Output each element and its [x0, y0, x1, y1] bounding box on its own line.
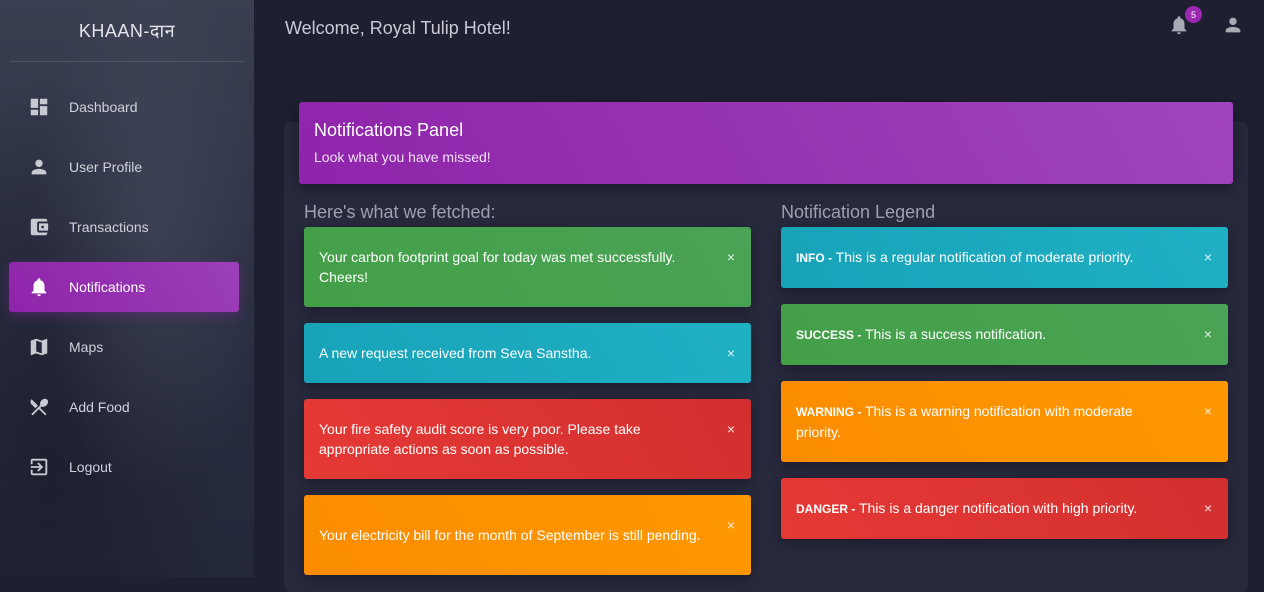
top-navbar: Welcome, Royal Tulip Hotel! 5 [254, 0, 1264, 56]
legend-label: SUCCESS - [796, 328, 862, 342]
sidebar-item-notifications[interactable]: Notifications [9, 262, 239, 312]
sidebar-item-label: Logout [69, 459, 112, 475]
legend-text: INFO - This is a regular notification of… [796, 247, 1133, 268]
legend-text: SUCCESS - This is a success notification… [796, 324, 1046, 345]
close-icon[interactable]: × [1204, 324, 1212, 344]
sidebar-item-maps[interactable]: Maps [9, 322, 239, 372]
sidebar-item-transactions[interactable]: Transactions [9, 202, 239, 252]
sidebar-item-label: Notifications [69, 279, 146, 295]
legend-danger: DANGER - This is a danger notification w… [781, 478, 1228, 539]
dashboard-icon [9, 96, 69, 118]
legend-heading: Notification Legend [781, 202, 936, 222]
legend-description: This is a danger notification with high … [858, 500, 1138, 516]
alert-danger: Your fire safety audit score is very poo… [304, 399, 751, 479]
sidebar-item-label: Maps [69, 339, 104, 355]
brand-logo[interactable]: KHAAN-दान [10, 0, 244, 62]
alert-warning: Your electricity bill for the month of S… [304, 495, 751, 575]
fetched-heading: Here's what we fetched: [304, 202, 496, 222]
close-icon[interactable]: × [1204, 401, 1212, 421]
user-menu-button[interactable] [1222, 14, 1244, 41]
sidebar-item-add-food[interactable]: Add Food [9, 382, 239, 432]
sidebar-item-label: Add Food [69, 399, 130, 415]
card-header: Notifications Panel Look what you have m… [299, 102, 1233, 184]
legend-description: This is a success notification. [864, 326, 1047, 342]
close-icon[interactable]: × [1204, 498, 1212, 518]
panel-subtitle: Look what you have missed! [314, 149, 491, 165]
alert-text: A new request received from Seva Sanstha… [319, 345, 592, 361]
notification-count-badge: 5 [1185, 6, 1202, 23]
legend-label: WARNING - [796, 405, 862, 419]
sidebar-item-user-profile[interactable]: User Profile [9, 142, 239, 192]
notification-legend: Notification Legend INFO - This is a reg… [781, 200, 1228, 539]
sidebar-item-label: User Profile [69, 159, 143, 175]
close-icon[interactable]: × [727, 343, 735, 363]
panel-title: Notifications Panel [314, 120, 464, 140]
notifications-button[interactable]: 5 [1168, 6, 1202, 41]
legend-success: SUCCESS - This is a success notification… [781, 304, 1228, 365]
legend-text: DANGER - This is a danger notification w… [796, 498, 1137, 519]
alert-text: Your fire safety audit score is very poo… [319, 421, 641, 457]
map-icon [9, 336, 69, 358]
alert-success: Your carbon footprint goal for today was… [304, 227, 751, 307]
legend-description: This is a regular notification of modera… [835, 249, 1134, 265]
sidebar-item-label: Transactions [69, 219, 149, 235]
legend-label: INFO - [796, 251, 832, 265]
sidebar: KHAAN-दान Dashboard User Profile Transac… [0, 0, 254, 577]
close-icon[interactable]: × [727, 247, 735, 267]
legend-text: WARNING - This is a warning notification… [796, 401, 1180, 442]
sidebar-item-logout[interactable]: Logout [9, 442, 239, 492]
wallet-icon [9, 216, 69, 238]
legend-label: DANGER - [796, 502, 856, 516]
top-icons: 5 [1168, 6, 1244, 41]
close-icon[interactable]: × [727, 419, 735, 439]
person-icon [9, 156, 69, 178]
welcome-message: Welcome, Royal Tulip Hotel! [285, 17, 511, 38]
sidebar-item-label: Dashboard [69, 99, 138, 115]
logout-icon [9, 456, 69, 478]
alert-text: Your carbon footprint goal for today was… [319, 249, 676, 285]
alert-text: Your electricity bill for the month of S… [319, 527, 701, 543]
legend-info: INFO - This is a regular notification of… [781, 227, 1228, 288]
legend-warning: WARNING - This is a warning notification… [781, 381, 1228, 462]
bell-icon [9, 276, 69, 298]
close-icon[interactable]: × [1204, 247, 1212, 267]
alert-info: A new request received from Seva Sanstha… [304, 323, 751, 383]
sidebar-item-dashboard[interactable]: Dashboard [9, 82, 239, 132]
utensils-icon [9, 396, 69, 418]
fetched-notifications: Here's what we fetched: Your carbon foot… [304, 200, 751, 575]
close-icon[interactable]: × [727, 515, 735, 535]
person-icon [1225, 17, 1241, 33]
sidebar-nav: Dashboard User Profile Transactions Noti… [0, 82, 254, 492]
